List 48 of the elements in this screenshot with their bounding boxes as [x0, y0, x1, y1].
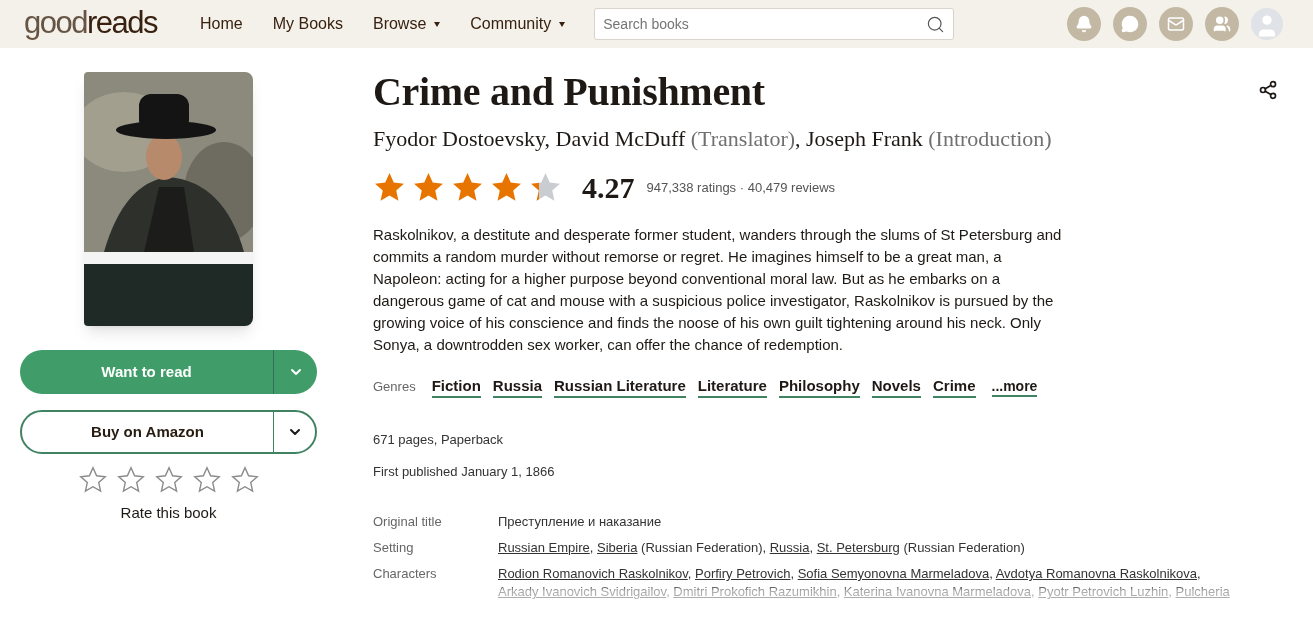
genre-link[interactable]: Russia — [492, 376, 542, 398]
genre-link[interactable]: Crime — [932, 376, 976, 398]
genre-link[interactable]: Philosophy — [778, 376, 860, 398]
logo[interactable]: goodreads — [24, 6, 157, 42]
average-rating: 4.27 — [582, 170, 635, 206]
detail-value: Преступление и наказание — [498, 513, 663, 531]
detail-link[interactable]: Rodion Romanovich Raskolnikov — [498, 566, 688, 581]
genre-link[interactable]: Fiction — [431, 376, 481, 398]
rating-star[interactable] — [116, 466, 145, 494]
nav-link[interactable]: My Books — [257, 12, 358, 36]
dropdown-caret-icon — [434, 21, 441, 27]
book-title: Crime and Punishment — [373, 68, 765, 116]
genres-label: Genres — [373, 378, 416, 396]
rating-star[interactable] — [192, 466, 221, 494]
rating-star[interactable] — [230, 466, 259, 494]
detail-label: Characters — [373, 565, 438, 583]
format-info: 671 pages, Paperback — [373, 431, 505, 449]
detail-label: Setting — [373, 539, 415, 557]
detail-link[interactable]: Siberia — [597, 540, 638, 555]
detail-link[interactable]: Russian Empire — [498, 540, 590, 555]
genre-link[interactable]: Russian Literature — [554, 376, 686, 398]
detail-value: Russian Empire, Siberia (Russian Federation), Russia, St. Petersburg (Russian Federation) — [498, 539, 1026, 557]
book-description: Raskolnikov, a destitute and desperate former student, wanders through the slums of St Petersburg and commits a random murder without remorse or regret. He imagines himself to be a great man, a Napoleon: acting for a higher purpose beyond conventional moral law. But as he embarks on a dangerous game of cat and mouse with a suspicious police investigator, Raskolnikov is pursued by the growing voice of his conscience and finds the noose of his own guilt tightening around his neck. Only Sonya, a downtrodden sex worker, can offer the chance of redemption. — [373, 225, 1063, 355]
nav-link[interactable]: Browse — [357, 12, 456, 36]
search-input[interactable]: Search books — [603, 13, 927, 35]
genre-link[interactable]: Literature — [697, 376, 767, 398]
rate-this-book-label: Rate this book — [120, 503, 217, 523]
messages-icon[interactable] — [1159, 7, 1193, 41]
search-field[interactable]: Search books — [594, 8, 955, 40]
nav-link[interactable]: Community — [455, 12, 581, 36]
rating-star[interactable] — [78, 466, 107, 494]
more-genres-link[interactable]: ...more — [991, 377, 1038, 397]
dropdown-caret-icon — [559, 21, 566, 27]
detail-value: Rodion Romanovich Raskolnikov, Porfiry Petrovich, Sofia Semyonovna Marmeladova, Avdotya Romanovna Raskolnikova, Arkady Ivanovich Svidrigailov, Dmitri Prokofich Razumikhin, Katerina Ivanovna Marmeladova, Pyotr Petrovich Luzhin, Pulcheria — [498, 565, 1231, 601]
ratings-count: 947,338 ratings · 40,479 reviews — [646, 178, 836, 197]
genre-link[interactable]: Novels — [871, 376, 921, 398]
share-icon[interactable] — [1258, 80, 1278, 100]
authors-line: Fyodor Dostoevsky, David McDuff (Translator), Joseph Frank (Introduction) — [373, 125, 1053, 153]
notifications-icon[interactable] — [1067, 7, 1101, 41]
friends-icon[interactable] — [1205, 7, 1239, 41]
buy-on-amazon-button[interactable]: Buy on Amazon — [20, 410, 317, 454]
detail-label: Original title — [373, 513, 443, 531]
nav-link[interactable]: Home — [185, 12, 258, 36]
detail-link[interactable]: St. Petersburg — [816, 540, 900, 555]
rating-star[interactable] — [154, 466, 183, 494]
search-icon[interactable] — [926, 14, 946, 34]
publication-info: First published January 1, 1866 — [373, 462, 556, 481]
discussions-icon[interactable] — [1113, 7, 1147, 41]
